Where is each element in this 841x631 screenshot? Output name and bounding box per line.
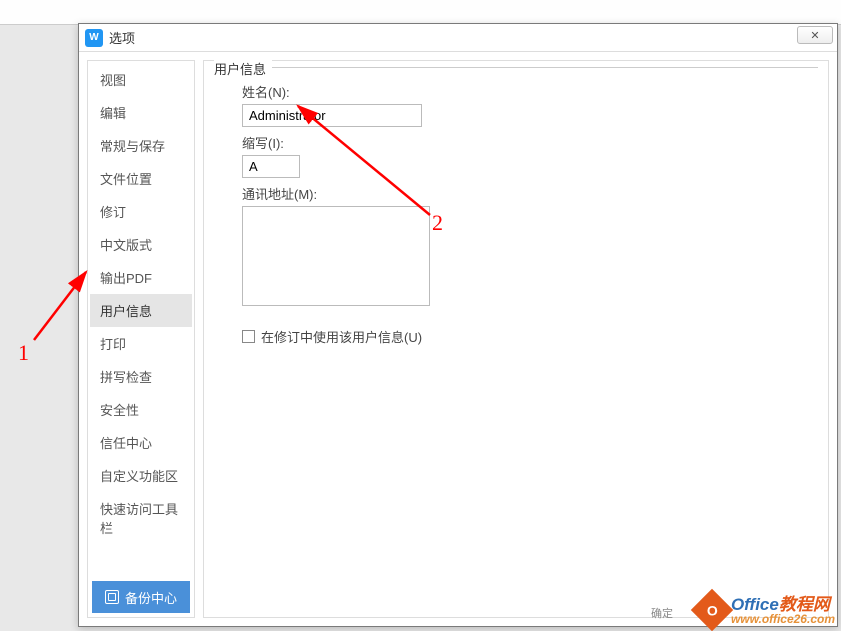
close-icon: ✕: [810, 29, 819, 42]
background-window-edge: [0, 0, 841, 25]
sidebar-item-view[interactable]: 视图: [90, 63, 192, 96]
initials-label: 缩写(I):: [242, 133, 818, 152]
sidebar-item-file-location[interactable]: 文件位置: [90, 162, 192, 195]
use-in-revision-checkbox[interactable]: [242, 330, 255, 343]
fieldset-legend: 用户信息: [214, 59, 272, 78]
address-input[interactable]: [242, 206, 430, 306]
name-label: 姓名(N):: [242, 82, 818, 101]
user-info-fieldset: 用户信息 姓名(N): 缩写(I): 通讯地址(M): 在修订中使用该用户信息(…: [214, 67, 818, 346]
ok-button[interactable]: 确定: [651, 605, 673, 621]
sidebar-list: 视图 编辑 常规与保存 文件位置 修订 中文版式 输出PDF 用户信息 打印 拼…: [90, 63, 192, 544]
cancel-button[interactable]: 取消: [701, 605, 723, 621]
sidebar-item-user-info[interactable]: 用户信息: [90, 294, 192, 327]
sidebar-item-revision[interactable]: 修订: [90, 195, 192, 228]
form-group-address: 通讯地址(M):: [242, 184, 818, 309]
sidebar-item-quick-access[interactable]: 快速访问工具栏: [90, 492, 192, 544]
content-panel: 用户信息 姓名(N): 缩写(I): 通讯地址(M): 在修订中使用该用户信息(…: [203, 60, 829, 618]
backup-center-button[interactable]: 备份中心: [92, 581, 190, 613]
sidebar-item-custom-ribbon[interactable]: 自定义功能区: [90, 459, 192, 492]
address-label: 通讯地址(M):: [242, 184, 818, 203]
sidebar-item-print[interactable]: 打印: [90, 327, 192, 360]
name-input[interactable]: [242, 104, 422, 127]
window-title: 选项: [109, 28, 135, 47]
form-group-initials: 缩写(I):: [242, 133, 818, 178]
close-button[interactable]: ✕: [797, 26, 833, 44]
backup-icon: [105, 590, 119, 604]
app-icon: W: [85, 29, 103, 47]
sidebar-item-chinese-layout[interactable]: 中文版式: [90, 228, 192, 261]
backup-label: 备份中心: [125, 588, 177, 607]
annotation-label-1: 1: [18, 340, 29, 366]
sidebar-item-spellcheck[interactable]: 拼写检查: [90, 360, 192, 393]
titlebar: W 选项 ✕: [79, 24, 837, 52]
sidebar-item-edit[interactable]: 编辑: [90, 96, 192, 129]
options-dialog: W 选项 ✕ 视图 编辑 常规与保存 文件位置 修订 中文版式 输出PDF 用户…: [78, 23, 838, 627]
form-group-name: 姓名(N):: [242, 82, 818, 127]
dialog-body: 视图 编辑 常规与保存 文件位置 修订 中文版式 输出PDF 用户信息 打印 拼…: [79, 52, 837, 626]
sidebar: 视图 编辑 常规与保存 文件位置 修订 中文版式 输出PDF 用户信息 打印 拼…: [87, 60, 195, 618]
initials-input[interactable]: [242, 155, 300, 178]
sidebar-item-general-save[interactable]: 常规与保存: [90, 129, 192, 162]
sidebar-item-security[interactable]: 安全性: [90, 393, 192, 426]
checkbox-row[interactable]: 在修订中使用该用户信息(U): [242, 327, 818, 346]
sidebar-item-trust-center[interactable]: 信任中心: [90, 426, 192, 459]
checkbox-label: 在修订中使用该用户信息(U): [261, 327, 422, 346]
sidebar-item-output-pdf[interactable]: 输出PDF: [90, 261, 192, 294]
